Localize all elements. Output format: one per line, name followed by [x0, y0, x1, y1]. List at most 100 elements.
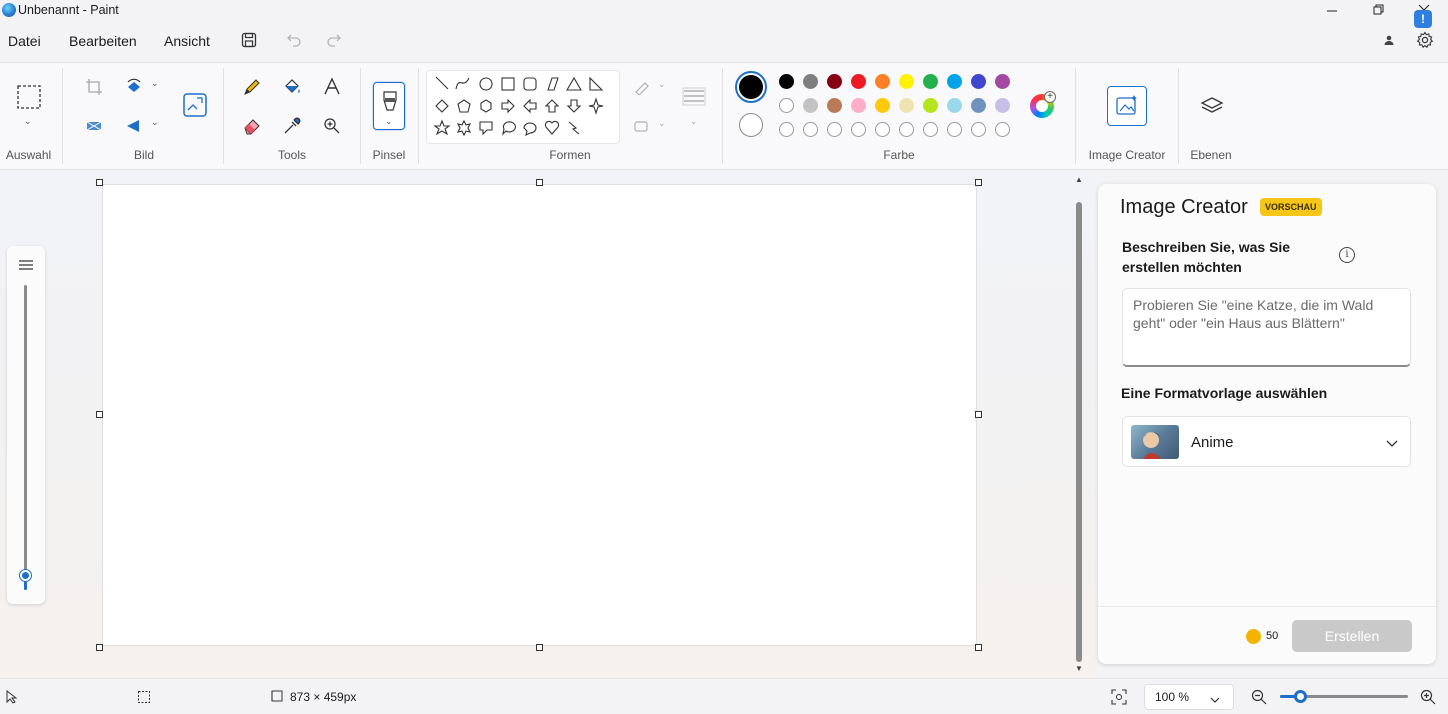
- line-width-icon[interactable]: [681, 86, 707, 108]
- color-swatch[interactable]: [923, 74, 938, 89]
- group-label-tools: Tools: [277, 148, 306, 162]
- eraser-icon[interactable]: [241, 115, 263, 137]
- color-swatch[interactable]: [947, 98, 962, 113]
- color-swatch[interactable]: [923, 98, 938, 113]
- rectangle-select-icon[interactable]: [16, 84, 42, 110]
- image-resize-icon[interactable]: [182, 92, 208, 118]
- create-button[interactable]: Erstellen: [1292, 620, 1412, 652]
- feedback-alert-icon[interactable]: !: [1414, 10, 1432, 28]
- color-swatch[interactable]: [779, 98, 794, 113]
- canvas-size-text: 873 × 459px: [290, 690, 357, 704]
- color-swatch[interactable]: [971, 122, 986, 137]
- color-swatch[interactable]: [899, 122, 914, 137]
- image-creator-button[interactable]: [1107, 86, 1147, 126]
- pencil-icon[interactable]: [241, 76, 263, 98]
- scroll-down-arrow-icon[interactable]: ▼: [1075, 664, 1083, 673]
- text-tool-icon[interactable]: [321, 76, 343, 98]
- rotate-icon[interactable]: [124, 77, 144, 97]
- menu-view[interactable]: Ansicht: [164, 33, 210, 49]
- line-width-chevron-down-icon[interactable]: ⌄: [690, 116, 698, 127]
- shape-outline-icon[interactable]: [632, 78, 652, 96]
- brushes-button[interactable]: ⌄: [373, 82, 405, 130]
- oval-shape-icon: [479, 77, 493, 91]
- shape-fill-icon[interactable]: [632, 117, 652, 135]
- brush-size-thumb[interactable]: [20, 570, 31, 581]
- color-swatch[interactable]: [995, 122, 1010, 137]
- color-swatch[interactable]: [947, 74, 962, 89]
- redo-icon[interactable]: [325, 31, 343, 49]
- resize-handle[interactable]: [96, 179, 103, 186]
- color-swatch[interactable]: [827, 98, 842, 113]
- resize-skew-icon[interactable]: [84, 116, 104, 136]
- drawing-canvas[interactable]: [103, 185, 976, 645]
- save-icon[interactable]: [240, 31, 258, 49]
- lightning-shape-icon: [568, 121, 580, 135]
- resize-handle[interactable]: [96, 411, 103, 418]
- color-swatch[interactable]: [899, 74, 914, 89]
- resize-handle[interactable]: [975, 179, 982, 186]
- info-icon[interactable]: i: [1339, 247, 1355, 263]
- triangle-shape-icon: [566, 76, 582, 91]
- rotate-chevron-down-icon[interactable]: ⌄: [151, 78, 159, 89]
- add-color-plus-icon[interactable]: +: [1044, 91, 1056, 103]
- color-swatch[interactable]: [971, 98, 986, 113]
- selection-chevron-down-icon[interactable]: ⌄: [24, 116, 32, 127]
- flip-chevron-down-icon[interactable]: ⌄: [151, 117, 159, 128]
- resize-handle[interactable]: [96, 644, 103, 651]
- color-swatch[interactable]: [779, 122, 794, 137]
- secondary-color-button[interactable]: [739, 113, 763, 137]
- magnifier-icon[interactable]: [321, 115, 343, 137]
- fill-chevron-down-icon[interactable]: ⌄: [658, 118, 666, 129]
- color-swatch[interactable]: [851, 74, 866, 89]
- menu-edit[interactable]: Bearbeiten: [69, 33, 137, 49]
- vertical-scrollbar-thumb[interactable]: [1076, 202, 1082, 662]
- color-swatch[interactable]: [971, 74, 986, 89]
- menu-file[interactable]: Datei: [8, 33, 41, 49]
- zoom-slider-thumb[interactable]: [1294, 690, 1307, 703]
- fit-to-window-icon[interactable]: [1111, 689, 1127, 705]
- color-swatch[interactable]: [875, 122, 890, 137]
- zoom-out-icon[interactable]: [1251, 689, 1267, 705]
- outline-chevron-down-icon[interactable]: ⌄: [658, 79, 666, 90]
- zoom-chevron-down-icon: [1210, 692, 1220, 703]
- color-swatch[interactable]: [803, 98, 818, 113]
- color-swatch[interactable]: [851, 122, 866, 137]
- settings-gear-icon[interactable]: [1415, 30, 1435, 50]
- resize-handle[interactable]: [975, 411, 982, 418]
- color-swatch[interactable]: [827, 74, 842, 89]
- cloud-callout-shape-icon: [523, 122, 537, 137]
- resize-handle[interactable]: [536, 644, 543, 651]
- group-label-selection: Auswahl: [5, 148, 52, 162]
- six-point-star-shape-icon: [456, 119, 472, 137]
- color-swatch[interactable]: [803, 74, 818, 89]
- resize-handle[interactable]: [975, 644, 982, 651]
- color-swatch[interactable]: [875, 74, 890, 89]
- minimize-button[interactable]: [1322, 1, 1342, 19]
- shapes-gallery-icons[interactable]: [426, 70, 620, 144]
- color-swatch[interactable]: [875, 98, 890, 113]
- pentagon-shape-icon: [457, 99, 471, 113]
- brushes-chevron-down-icon[interactable]: ⌄: [385, 116, 393, 127]
- brush-size-track[interactable]: [24, 285, 27, 590]
- color-swatch[interactable]: [803, 122, 818, 137]
- color-swatch[interactable]: [995, 98, 1010, 113]
- color-swatch[interactable]: [851, 98, 866, 113]
- zoom-in-icon[interactable]: [1420, 689, 1436, 705]
- color-swatch[interactable]: [899, 98, 914, 113]
- color-swatch[interactable]: [995, 74, 1010, 89]
- color-swatch[interactable]: [947, 122, 962, 137]
- fill-bucket-icon[interactable]: [281, 76, 303, 98]
- color-swatch[interactable]: [923, 122, 938, 137]
- account-icon[interactable]: [1380, 31, 1398, 49]
- crop-icon[interactable]: [84, 77, 104, 97]
- color-picker-icon[interactable]: [281, 115, 303, 137]
- layers-icon[interactable]: [1199, 94, 1225, 120]
- undo-icon[interactable]: [285, 31, 303, 49]
- resize-handle[interactable]: [536, 179, 543, 186]
- color-swatch[interactable]: [827, 122, 842, 137]
- maximize-button[interactable]: [1368, 1, 1388, 19]
- flip-icon[interactable]: [124, 116, 144, 136]
- scroll-up-arrow-icon[interactable]: ▲: [1075, 175, 1083, 184]
- primary-color-button[interactable]: [735, 71, 767, 103]
- color-swatch[interactable]: [779, 74, 794, 89]
